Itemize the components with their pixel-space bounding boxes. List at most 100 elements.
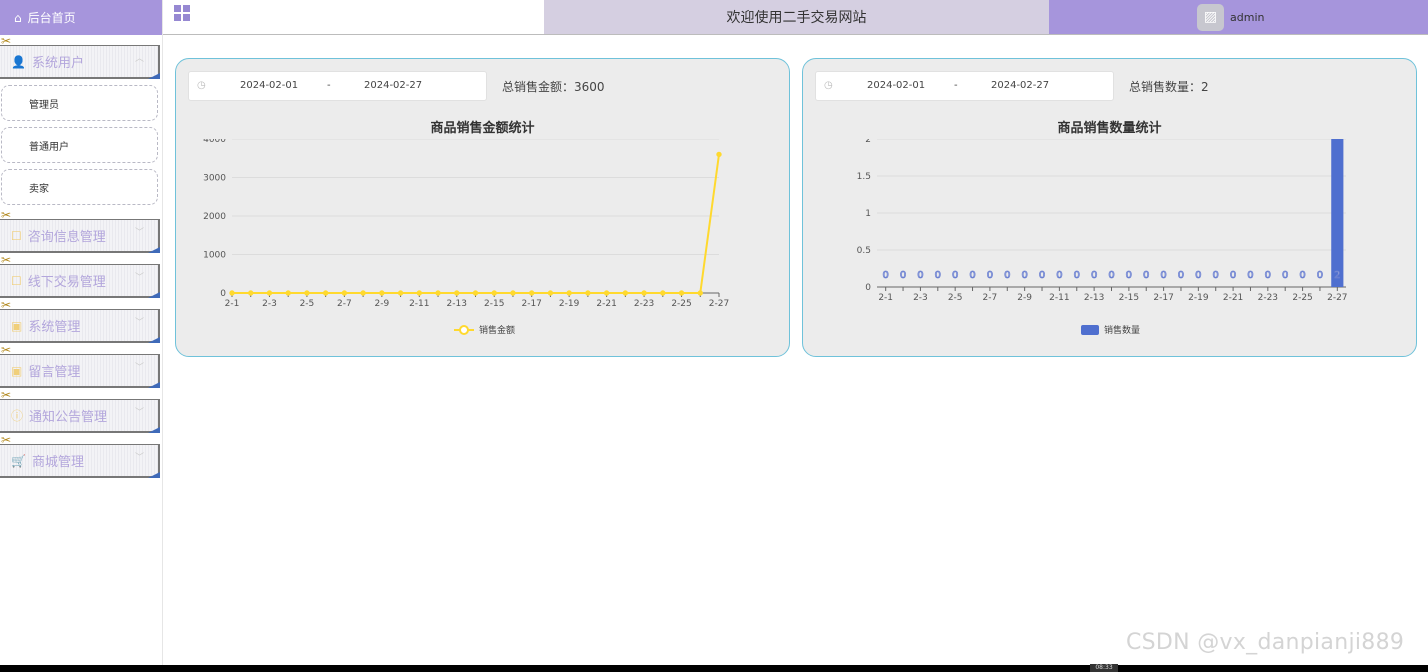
- data-label: 0: [1143, 270, 1149, 281]
- y-tick-label: 1: [865, 209, 871, 219]
- sidebar-group-label: 留言管理: [28, 365, 81, 380]
- x-tick-label: 2-9: [1017, 293, 1032, 303]
- image-icon: ▣: [11, 318, 23, 333]
- data-label: 0: [1039, 270, 1045, 281]
- sidebar-item-label: 管理员: [29, 99, 59, 111]
- chevron-down-icon: ﹀: [134, 453, 144, 463]
- cart-icon: 🛒: [11, 453, 26, 468]
- data-point: [547, 290, 554, 296]
- data-point: [697, 290, 703, 296]
- x-tick-label: 2-5: [948, 293, 963, 303]
- sidebar-group-offline-trade[interactable]: ✂ ☐ 线下交易管理 ﹀: [0, 253, 160, 298]
- x-tick-label: 2-5: [300, 299, 315, 309]
- data-label: 0: [1195, 270, 1201, 281]
- chart-title: 商品销售数量统计: [1057, 121, 1162, 136]
- x-tick-label: 2-3: [262, 299, 277, 309]
- sidebar-group-system[interactable]: ✂ ▣ 系统管理 ﹀: [0, 298, 160, 343]
- home-icon: ⌂: [14, 10, 22, 25]
- date-range-picker[interactable]: ◷ 2024-02-01 - 2024-02-27: [188, 71, 487, 101]
- data-label: 0: [1056, 270, 1062, 281]
- data-label: 0: [1074, 270, 1080, 281]
- sidebar-item-seller[interactable]: 卖家: [1, 169, 158, 205]
- data-label: 0: [1230, 270, 1236, 281]
- sidebar-home-link[interactable]: ⌂ 后台首页: [0, 0, 162, 35]
- data-label: 0: [952, 270, 958, 281]
- data-point: [229, 290, 235, 296]
- data-label: 0: [1317, 270, 1323, 281]
- y-tick-label: 2000: [203, 212, 226, 222]
- y-tick-label: 0: [220, 289, 226, 299]
- data-label: 0: [935, 270, 941, 281]
- x-tick-label: 2-27: [709, 299, 729, 309]
- y-tick-label: 4000: [203, 139, 226, 145]
- y-tick-label: 0.5: [857, 246, 871, 256]
- top-bar: 欢迎使用二手交易网站 ▨ admin: [163, 0, 1428, 35]
- sidebar-item-label: 普通用户: [29, 141, 69, 153]
- data-point: [472, 290, 479, 296]
- legend-label: 销售数量: [1104, 324, 1140, 336]
- data-point: [660, 290, 666, 296]
- end-date[interactable]: 2024-02-27: [364, 80, 422, 91]
- data-label: 0: [1091, 270, 1097, 281]
- sidebar-home-label: 后台首页: [27, 11, 76, 25]
- sidebar-item-regular-user[interactable]: 普通用户: [1, 127, 158, 163]
- taskbar: [0, 665, 1428, 672]
- chevron-down-icon: ﹀: [134, 408, 144, 418]
- data-label: 0: [1160, 270, 1166, 281]
- sidebar-group-messages[interactable]: ✂ ▣ 留言管理 ﹀: [0, 343, 160, 388]
- avatar[interactable]: ▨: [1197, 3, 1224, 31]
- user-area[interactable]: ▨ admin: [1049, 0, 1428, 34]
- binder-clip-icon: ✂: [1, 253, 12, 267]
- x-tick-label: 2-7: [983, 293, 998, 303]
- data-label: 0: [1299, 270, 1305, 281]
- data-label: 2: [1334, 270, 1340, 281]
- top-bar-left: [163, 0, 544, 34]
- start-date[interactable]: 2024-02-01: [240, 80, 298, 91]
- menu-grid-icon[interactable]: [174, 5, 190, 21]
- page-title: 欢迎使用二手交易网站: [544, 0, 1049, 34]
- username: admin: [1230, 10, 1265, 24]
- end-date[interactable]: 2024-02-27: [991, 80, 1049, 91]
- binder-clip-icon: ✂: [1, 433, 12, 447]
- x-tick-label: 2-1: [878, 293, 893, 303]
- bar: [1331, 139, 1344, 287]
- chevron-down-icon: ﹀: [134, 228, 144, 238]
- sidebar-group-users[interactable]: ✂ 👤 系统用户 ︿: [0, 34, 160, 79]
- data-label: 0: [1213, 270, 1219, 281]
- data-label: 0: [900, 270, 906, 281]
- y-tick-label: 2: [865, 139, 871, 145]
- x-tick-label: 2-11: [409, 299, 429, 309]
- data-point: [248, 290, 254, 296]
- x-tick-label: 2-1: [225, 299, 240, 309]
- data-point: [266, 290, 273, 296]
- x-tick-label: 2-23: [1258, 293, 1278, 303]
- data-point: [454, 290, 460, 296]
- date-separator: -: [327, 80, 331, 91]
- sidebar-group-label: 系统用户: [31, 56, 84, 71]
- edit-icon: ☐: [11, 273, 22, 288]
- sidebar-group-notices[interactable]: ✂ ⓘ 通知公告管理 ﹀: [0, 388, 160, 433]
- data-label: 0: [1265, 270, 1271, 281]
- sidebar-group-consult[interactable]: ✂ ☐ 咨询信息管理 ﹀: [0, 208, 160, 253]
- y-tick-label: 1000: [203, 251, 226, 261]
- series-line: [232, 154, 720, 294]
- data-label: 0: [987, 270, 993, 281]
- data-label: 0: [1282, 270, 1288, 281]
- image-icon: ▣: [11, 363, 23, 378]
- sales-amount-card: ◷ 2024-02-01 - 2024-02-27 总销售金额：3600 商品销…: [175, 58, 790, 357]
- sidebar-group-shop[interactable]: ✂ 🛒 商城管理 ﹀: [0, 433, 160, 478]
- sales-quantity-card: ◷ 2024-02-01 - 2024-02-27 总销售数量：2 商品销售数量…: [802, 58, 1417, 357]
- x-tick-label: 2-25: [1292, 293, 1312, 303]
- x-tick-label: 2-19: [1188, 293, 1209, 303]
- start-date[interactable]: 2024-02-01: [867, 80, 925, 91]
- x-tick-label: 2-19: [559, 299, 580, 309]
- binder-clip-icon: ✂: [1, 388, 12, 402]
- data-point: [528, 290, 535, 296]
- sidebar-group-label: 通知公告管理: [29, 410, 108, 425]
- sidebar-item-admin[interactable]: 管理员: [1, 85, 158, 121]
- date-separator: -: [954, 80, 958, 91]
- total-sales-quantity: 总销售数量：2: [1129, 80, 1209, 94]
- date-range-picker[interactable]: ◷ 2024-02-01 - 2024-02-27: [815, 71, 1114, 101]
- data-point: [716, 151, 722, 158]
- x-tick-label: 2-3: [913, 293, 928, 303]
